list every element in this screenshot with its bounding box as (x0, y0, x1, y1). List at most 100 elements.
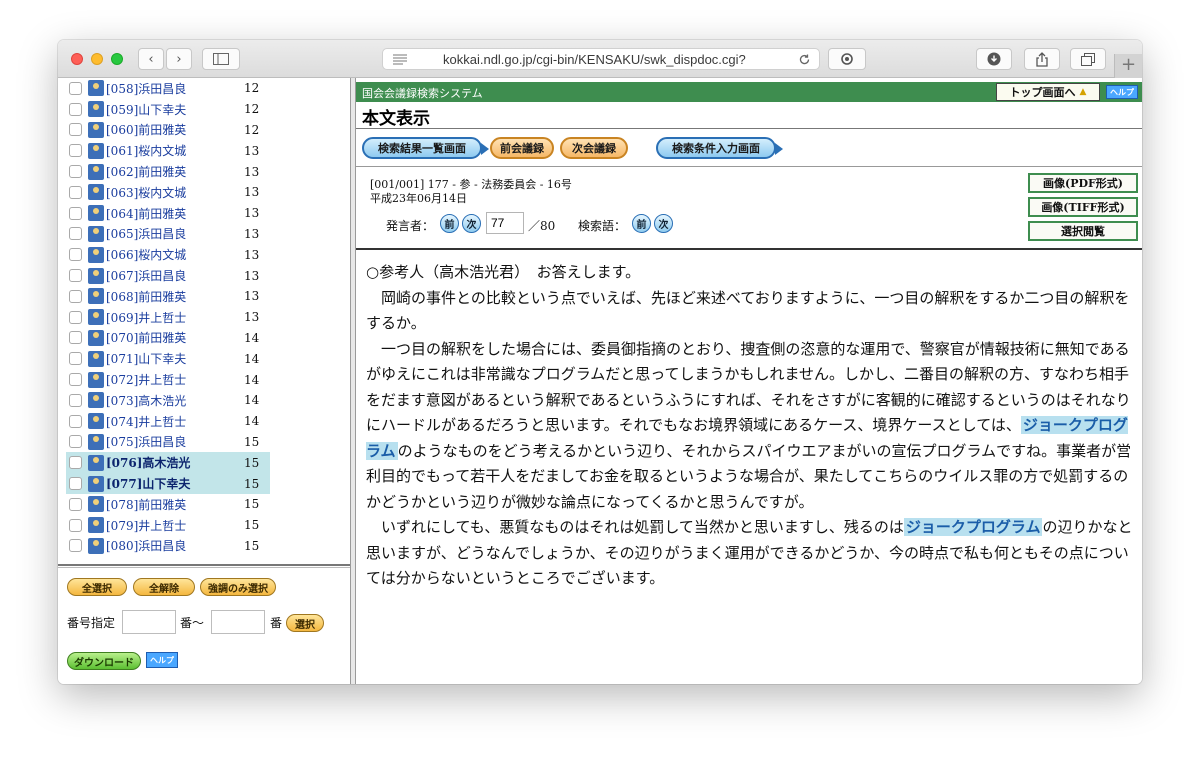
speaker-checkbox[interactable] (69, 248, 82, 262)
speaker-link[interactable]: [063]桜内文城 (106, 184, 246, 201)
pdf-image-button[interactable]: 画像(PDF形式) (1028, 173, 1138, 193)
speaker-link[interactable]: [080]浜田昌良 (106, 537, 246, 554)
speaker-person-icon[interactable] (88, 475, 104, 492)
zoom-window-button[interactable] (111, 53, 123, 65)
speaker-number-input[interactable]: 77 (486, 212, 524, 234)
speaker-person-icon[interactable] (88, 267, 104, 284)
speaker-person-icon[interactable] (88, 537, 104, 554)
speaker-person-icon[interactable] (88, 80, 104, 97)
speaker-person-icon[interactable] (88, 205, 104, 222)
speaker-link[interactable]: [059]山下幸夫 (106, 101, 246, 118)
speaker-checkbox[interactable] (69, 81, 82, 95)
prev-speaker-button[interactable]: 前 (440, 214, 459, 233)
extension-button[interactable] (828, 48, 866, 70)
speaker-person-icon[interactable] (88, 121, 104, 138)
speaker-person-icon[interactable] (88, 433, 104, 450)
speaker-person-icon[interactable] (88, 163, 104, 180)
search-conditions-button[interactable]: 検索条件入力画面 (656, 137, 783, 159)
speaker-person-icon[interactable] (88, 309, 104, 326)
speaker-person-icon[interactable] (88, 101, 104, 118)
speaker-link[interactable]: [062]前田雅英 (106, 163, 246, 180)
select-range-button[interactable]: 選択 (286, 614, 324, 632)
speaker-checkbox[interactable] (69, 456, 82, 470)
speaker-link[interactable]: [068]前田雅英 (106, 288, 246, 305)
speaker-person-icon[interactable] (88, 225, 104, 242)
back-button[interactable]: ‹ (138, 48, 164, 70)
prev-record-button[interactable]: 前会議録 (490, 137, 554, 159)
speaker-person-icon[interactable] (88, 496, 104, 513)
results-list-button[interactable]: 検索結果一覧画面 (362, 137, 489, 159)
share-button[interactable] (1024, 48, 1060, 70)
speaker-checkbox[interactable] (69, 144, 82, 158)
speaker-person-icon[interactable] (88, 329, 104, 346)
speaker-link[interactable]: [077]山下幸夫 (106, 475, 246, 492)
speaker-person-icon[interactable] (88, 413, 104, 430)
speaker-person-icon[interactable] (88, 454, 104, 471)
select-all-button[interactable]: 全選択 (67, 578, 127, 596)
speaker-checkbox[interactable] (69, 393, 82, 407)
from-number-input[interactable] (122, 610, 176, 634)
speaker-link[interactable]: [073]高木浩光 (106, 392, 246, 409)
next-speaker-button[interactable]: 次 (462, 214, 481, 233)
speaker-checkbox[interactable] (69, 310, 82, 324)
speaker-checkbox[interactable] (69, 352, 82, 366)
speaker-link[interactable]: [067]浜田昌良 (106, 267, 246, 284)
speaker-link[interactable]: [064]前田雅英 (106, 205, 246, 222)
speaker-link[interactable]: [069]井上哲士 (106, 309, 246, 326)
speaker-checkbox[interactable] (69, 185, 82, 199)
speaker-link[interactable]: [061]桜内文城 (106, 142, 246, 159)
speaker-checkbox[interactable] (69, 414, 82, 428)
tabs-overview-button[interactable] (1070, 48, 1106, 70)
to-number-input[interactable] (211, 610, 265, 634)
speaker-checkbox[interactable] (69, 102, 82, 116)
speaker-person-icon[interactable] (88, 371, 104, 388)
speaker-person-icon[interactable] (88, 142, 104, 159)
sidebar-toggle-button[interactable] (202, 48, 240, 70)
speaker-checkbox[interactable] (69, 518, 82, 532)
speaker-link[interactable]: [079]井上哲士 (106, 517, 246, 534)
speaker-link[interactable]: [075]浜田昌良 (106, 433, 246, 450)
forward-button[interactable]: › (166, 48, 192, 70)
speaker-checkbox[interactable] (69, 331, 82, 345)
next-record-button[interactable]: 次会議録 (560, 137, 628, 159)
speaker-person-icon[interactable] (88, 517, 104, 534)
speaker-checkbox[interactable] (69, 289, 82, 303)
speaker-person-icon[interactable] (88, 246, 104, 263)
speaker-person-icon[interactable] (88, 288, 104, 305)
speaker-link[interactable]: [070]前田雅英 (106, 329, 246, 346)
minimize-window-button[interactable] (91, 53, 103, 65)
speaker-link[interactable]: [066]桜内文城 (106, 246, 246, 263)
speaker-person-icon[interactable] (88, 392, 104, 409)
speaker-link[interactable]: [060]前田雅英 (106, 121, 246, 138)
speaker-link[interactable]: [072]井上哲士 (106, 371, 246, 388)
top-page-button[interactable]: トップ画面へ ▲ (996, 83, 1100, 101)
left-help-button[interactable]: ヘルプ (146, 652, 178, 668)
address-bar[interactable]: kokkai.ndl.go.jp/cgi-bin/KENSAKU/swk_dis… (382, 48, 820, 70)
new-tab-button[interactable]: + (1114, 54, 1142, 78)
speaker-checkbox[interactable] (69, 373, 82, 387)
speaker-checkbox[interactable] (69, 435, 82, 449)
speaker-checkbox[interactable] (69, 206, 82, 220)
next-keyword-button[interactable]: 次 (654, 214, 673, 233)
speaker-person-icon[interactable] (88, 184, 104, 201)
speaker-checkbox[interactable] (69, 165, 82, 179)
speaker-link[interactable]: [065]浜田昌良 (106, 225, 246, 242)
tiff-image-button[interactable]: 画像(TIFF形式) (1028, 197, 1138, 217)
speaker-person-icon[interactable] (88, 350, 104, 367)
deselect-all-button[interactable]: 全解除 (133, 578, 195, 596)
speaker-link[interactable]: [074]井上哲士 (106, 413, 246, 430)
speaker-link[interactable]: [071]山下幸夫 (106, 350, 246, 367)
speaker-checkbox[interactable] (69, 539, 82, 553)
speaker-link[interactable]: [076]高木浩光 (106, 454, 246, 471)
select-emphasis-button[interactable]: 強調のみ選択 (200, 578, 276, 596)
header-help-button[interactable]: ヘルプ (1106, 85, 1138, 99)
prev-keyword-button[interactable]: 前 (632, 214, 651, 233)
speaker-checkbox[interactable] (69, 123, 82, 137)
select-view-button[interactable]: 選択閲覧 (1028, 221, 1138, 241)
speaker-checkbox[interactable] (69, 497, 82, 511)
speaker-checkbox[interactable] (69, 477, 82, 491)
speaker-checkbox[interactable] (69, 269, 82, 283)
speaker-checkbox[interactable] (69, 227, 82, 241)
close-window-button[interactable] (71, 53, 83, 65)
reload-icon[interactable] (798, 53, 811, 66)
